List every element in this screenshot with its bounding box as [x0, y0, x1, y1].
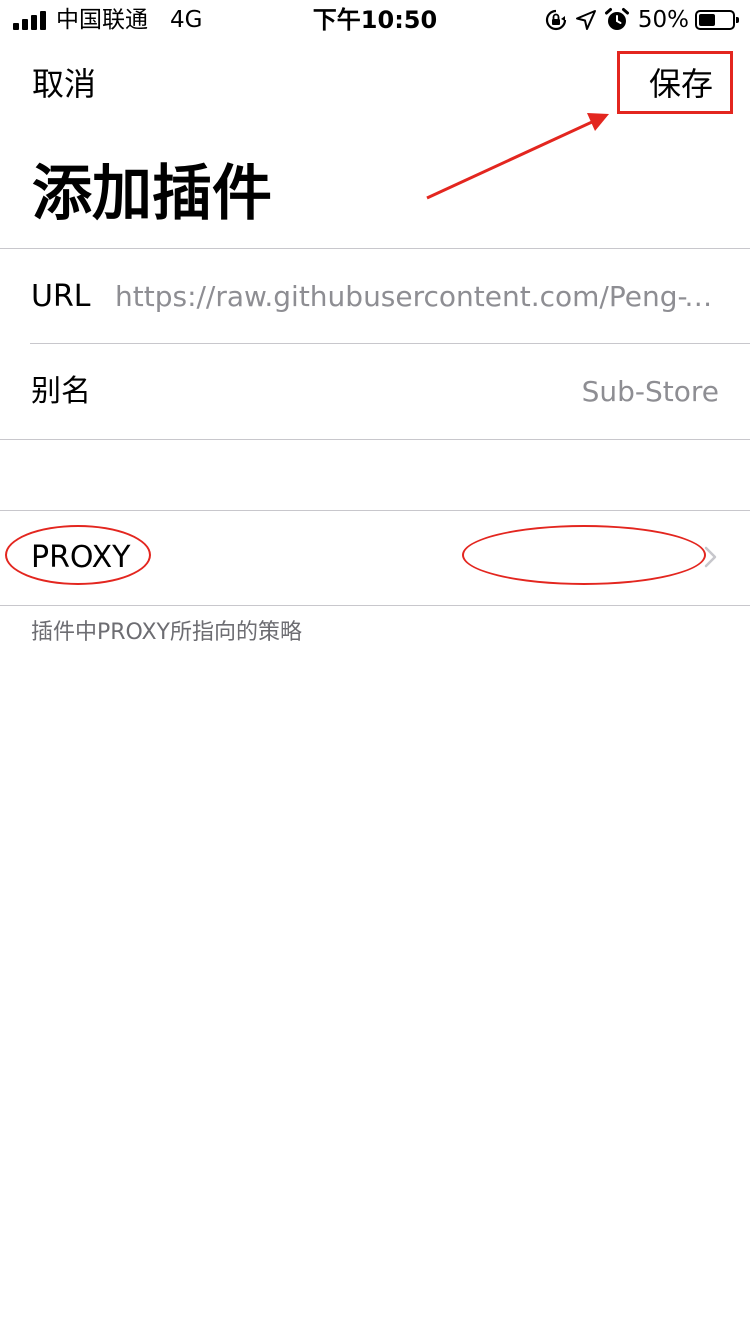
- status-bar: 中国联通 4G 下午10:50 50%: [0, 0, 750, 40]
- cancel-button[interactable]: 取消: [32, 64, 96, 104]
- url-field[interactable]: https://raw.githubusercontent.com/Peng-Y…: [115, 277, 720, 317]
- location-icon: [575, 10, 596, 30]
- alarm-icon: [604, 8, 629, 30]
- proxy-value-annotation-circle: [462, 525, 706, 585]
- url-row[interactable]: URL https://raw.githubusercontent.com/Pe…: [0, 248, 750, 343]
- proxy-footnote: 插件中PROXY所指向的策略: [31, 620, 302, 645]
- page-title: 添加插件: [32, 159, 272, 229]
- status-icons: 50%: [544, 5, 739, 35]
- alias-row[interactable]: 别名 Sub-Store: [0, 344, 750, 439]
- alias-field[interactable]: Sub-Store: [582, 372, 719, 412]
- battery-percent: 50%: [637, 7, 689, 33]
- chevron-right-icon: [704, 546, 717, 568]
- orientation-lock-icon: [545, 9, 566, 31]
- separator-proxy-bottom: [0, 605, 750, 606]
- proxy-annotation-circle: [5, 525, 151, 585]
- separator-group-end: [0, 439, 750, 440]
- url-label: URL: [31, 279, 91, 314]
- alias-label: 别名: [31, 374, 91, 409]
- save-highlight-box: [617, 51, 733, 114]
- battery-icon: [695, 10, 739, 30]
- battery-fill: [699, 14, 715, 26]
